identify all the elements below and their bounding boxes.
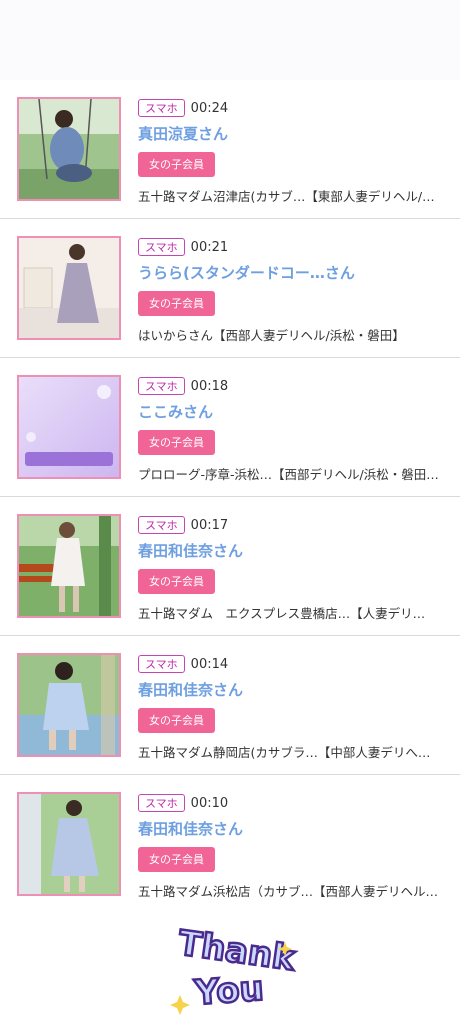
- access-time: 00:21: [190, 239, 229, 255]
- member-badge: 女の子会員: [138, 291, 215, 316]
- sparkle-icon: [170, 995, 190, 1015]
- girl-name-link[interactable]: うらら(スタンダードコー…さん: [138, 263, 450, 283]
- girl-name-link[interactable]: 真田涼夏さん: [138, 124, 450, 144]
- access-time: 00:10: [190, 795, 229, 811]
- access-time: 00:24: [190, 100, 229, 116]
- list-item[interactable]: スマホ 00:14 春田和佳奈さん 女の子会員 五十路マダム静岡店(カサブラ…【…: [0, 636, 460, 775]
- access-history-list: スマホ 00:24 真田涼夏さん 女の子会員 五十路マダム沼津店(カサブ…【東部…: [0, 80, 460, 914]
- member-badge: 女の子会員: [138, 708, 215, 733]
- thank-you-banner: Thank You: [0, 914, 460, 1024]
- profile-photo[interactable]: [17, 653, 121, 757]
- device-tag: スマホ: [138, 516, 185, 534]
- shop-name-link[interactable]: プロローグ-序章-浜松…【西部デリヘル/浜松・磐田…: [138, 464, 443, 483]
- member-badge: 女の子会員: [138, 847, 215, 872]
- girl-name-link[interactable]: 春田和佳奈さん: [138, 541, 450, 561]
- member-badge: 女の子会員: [138, 430, 215, 455]
- list-item[interactable]: スマホ 00:21 うらら(スタンダードコー…さん 女の子会員 はいからさん【西…: [0, 219, 460, 358]
- access-time: 00:17: [190, 517, 229, 533]
- girl-name-link[interactable]: 春田和佳奈さん: [138, 819, 450, 839]
- access-time: 00:18: [190, 378, 229, 394]
- shop-name-link[interactable]: 五十路マダム エクスプレス豊橋店…【人妻デリ…: [138, 603, 443, 622]
- device-tag: スマホ: [138, 794, 185, 812]
- shop-name-link[interactable]: 五十路マダム浜松店（カサブ…【西部人妻デリヘル…: [138, 881, 443, 900]
- girl-name-link[interactable]: 春田和佳奈さん: [138, 680, 450, 700]
- device-tag: スマホ: [138, 655, 185, 673]
- member-badge: 女の子会員: [138, 569, 215, 594]
- list-item[interactable]: スマホ 00:18 ここみさん 女の子会員 プロローグ-序章-浜松…【西部デリヘ…: [0, 358, 460, 497]
- thank-you-logo: Thank You: [170, 922, 300, 1015]
- profile-photo[interactable]: [17, 236, 121, 340]
- shop-name-link[interactable]: 五十路マダム静岡店(カサブラ…【中部人妻デリへ…: [138, 742, 443, 761]
- list-item[interactable]: スマホ 00:24 真田涼夏さん 女の子会員 五十路マダム沼津店(カサブ…【東部…: [0, 80, 460, 219]
- thanks-line2: You: [192, 969, 265, 1014]
- girl-name-link[interactable]: ここみさん: [138, 402, 450, 422]
- profile-photo[interactable]: [17, 514, 121, 618]
- shop-name-link[interactable]: 五十路マダム沼津店(カサブ…【東部人妻デリヘル/…: [138, 186, 443, 205]
- device-tag: スマホ: [138, 377, 185, 395]
- header-blank-area: [0, 0, 460, 80]
- list-item[interactable]: スマホ 00:10 春田和佳奈さん 女の子会員 五十路マダム浜松店（カサブ…【西…: [0, 775, 460, 914]
- access-time: 00:14: [190, 656, 229, 672]
- list-item[interactable]: スマホ 00:17 春田和佳奈さん 女の子会員 五十路マダム エクスプレス豊橋店…: [0, 497, 460, 636]
- profile-photo[interactable]: [17, 97, 121, 201]
- shop-name-link[interactable]: はいからさん【西部人妻デリヘル/浜松・磐田】: [138, 325, 443, 344]
- device-tag: スマホ: [138, 99, 185, 117]
- profile-photo[interactable]: [17, 792, 121, 896]
- device-tag: スマホ: [138, 238, 185, 256]
- member-badge: 女の子会員: [138, 152, 215, 177]
- no-photo-placeholder[interactable]: [17, 375, 121, 479]
